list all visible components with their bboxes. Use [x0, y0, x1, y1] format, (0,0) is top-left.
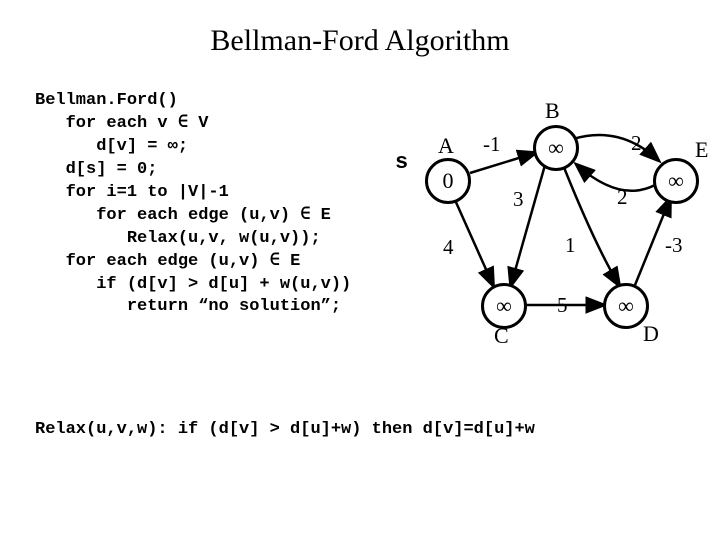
edge-B-E — [573, 135, 658, 160]
node-A-label: A — [438, 133, 454, 159]
edge-B-C — [511, 165, 545, 285]
weight-B-D: 1 — [565, 233, 576, 258]
edge-E-B — [577, 165, 655, 191]
weight-A-C: 4 — [443, 235, 454, 260]
edge-B-D — [563, 165, 619, 285]
node-B: ∞ — [533, 125, 579, 171]
pseudocode-block: Bellman.Ford() for each v ∈ V d[v] = ∞; … — [35, 90, 351, 319]
source-label: s — [395, 150, 408, 175]
weight-B-E: 2 — [631, 131, 642, 156]
weight-A-B: -1 — [483, 132, 501, 157]
relax-definition: Relax(u,v,w): if (d[v] > d[u]+w) then d[… — [35, 420, 535, 439]
page-title: Bellman-Ford Algorithm — [0, 0, 720, 68]
node-B-label: B — [545, 98, 560, 124]
graph-diagram: s 0 A ∞ B ∞ E ∞ C ∞ D -1 4 3 1 2 2 5 -3 — [395, 95, 705, 375]
edge-A-C — [455, 200, 493, 285]
weight-C-D: 5 — [557, 293, 568, 318]
weight-D-E: -3 — [665, 233, 683, 258]
node-D-label: D — [643, 321, 659, 347]
weight-E-B: 2 — [617, 185, 628, 210]
node-E-label: E — [695, 137, 708, 163]
node-C-label: C — [494, 323, 509, 349]
node-A: 0 — [425, 158, 471, 204]
node-E: ∞ — [653, 158, 699, 204]
edge-A-B — [470, 153, 535, 173]
weight-B-C: 3 — [513, 187, 524, 212]
